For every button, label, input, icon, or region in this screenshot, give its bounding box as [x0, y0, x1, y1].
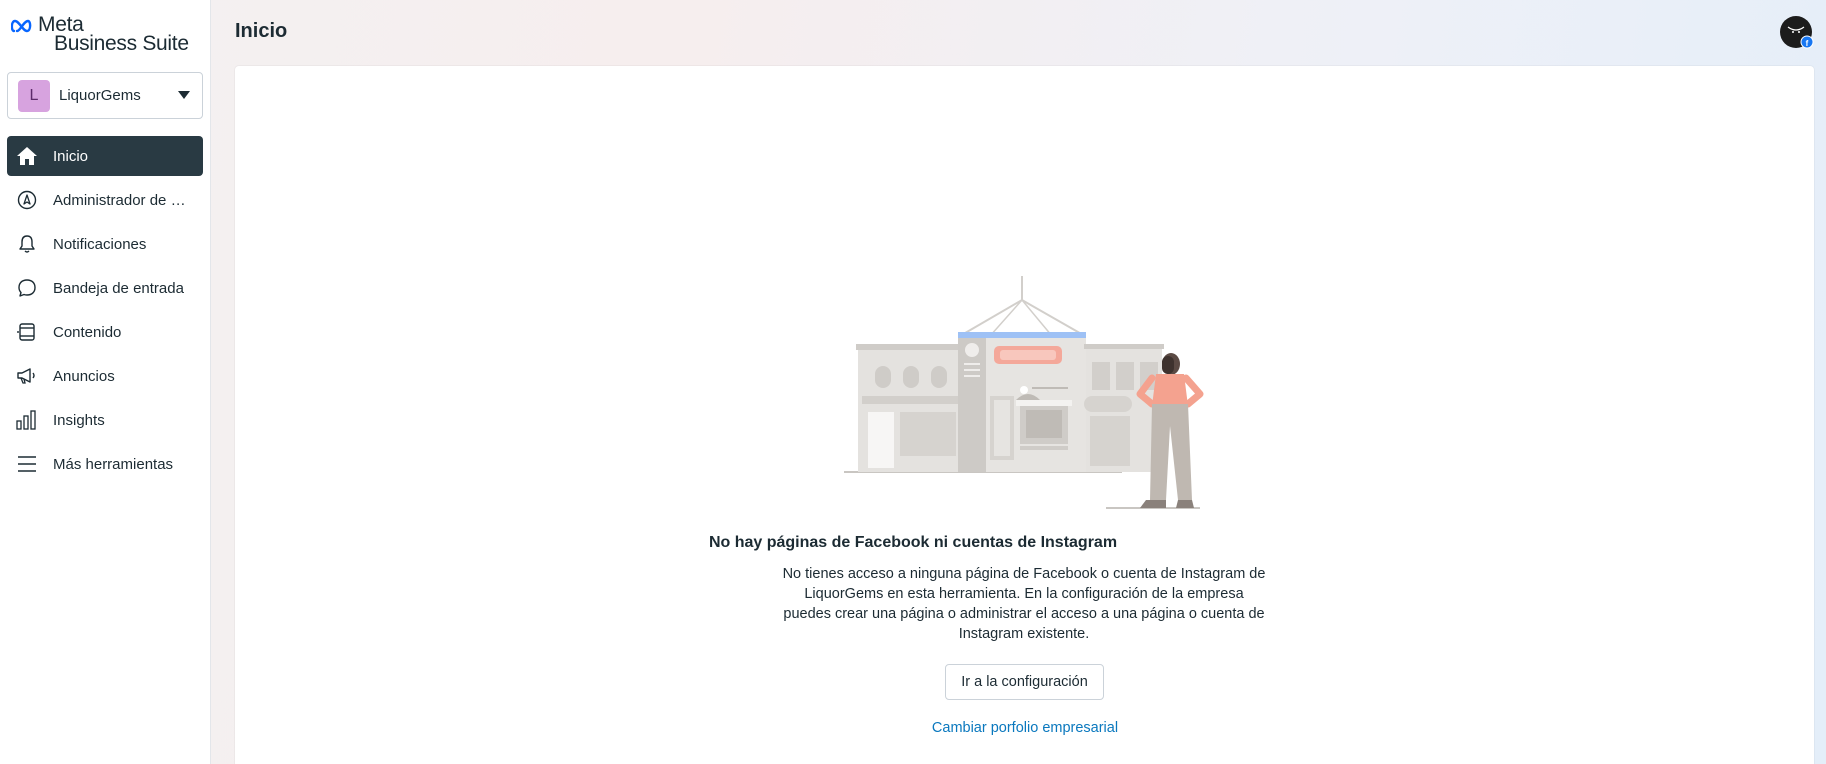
empty-state-title: No hay páginas de Facebook ni cuentas de…	[708, 534, 1118, 551]
sidebar-item-notificaciones[interactable]: Notificaciones	[7, 224, 203, 264]
svg-text:f: f	[1806, 39, 1809, 48]
brand-name: Meta Business Suite	[38, 14, 189, 55]
compass-icon	[16, 189, 38, 211]
sidebar-item-label: Bandeja de entrada	[53, 279, 184, 297]
brand-line2: Business Suite	[54, 32, 189, 55]
sidebar-item-label: Insights	[53, 411, 105, 429]
sidebar-item-administrador-de-anuncios[interactable]: Administrador de anuncios	[7, 180, 203, 220]
sidebar: Meta Business Suite L LiquorGems Inicio …	[0, 0, 211, 764]
home-icon	[16, 145, 38, 167]
caret-down-icon	[178, 91, 190, 99]
sidebar-item-label: Administrador de anuncios	[53, 191, 191, 209]
sidebar-item-label: Anuncios	[53, 367, 115, 385]
account-switcher[interactable]: L LiquorGems	[7, 72, 203, 119]
bell-icon	[16, 233, 38, 255]
sidebar-item-label: Inicio	[53, 147, 89, 165]
sidebar-item-anuncios[interactable]: Anuncios	[7, 356, 203, 396]
storefront-illustration	[840, 276, 1210, 516]
bar-chart-icon	[16, 409, 38, 431]
sidebar-item-label: Contenido	[53, 323, 122, 341]
meta-infinity-icon	[11, 19, 32, 33]
content-icon	[16, 321, 38, 343]
sidebar-item-insights[interactable]: Insights	[7, 400, 203, 440]
sidebar-item-contenido[interactable]: Contenido	[7, 312, 203, 352]
profile-avatar[interactable]: f	[1779, 15, 1814, 50]
sidebar-item-inicio[interactable]: Inicio	[7, 136, 203, 176]
go-to-settings-button[interactable]: Ir a la configuración	[945, 664, 1104, 700]
account-name: LiquorGems	[59, 87, 141, 104]
change-business-portfolio-link[interactable]: Cambiar porfolio empresarial	[0, 720, 1826, 736]
sidebar-item-label: Más herramientas	[53, 455, 174, 473]
page-title: Inicio	[235, 20, 288, 42]
sidebar-nav: Inicio Administrador de anuncios Notific…	[7, 136, 203, 488]
sidebar-item-mas-herramientas[interactable]: Más herramientas	[7, 444, 203, 484]
meta-business-suite-logo[interactable]: Meta Business Suite	[11, 14, 191, 56]
account-avatar: L	[18, 79, 50, 112]
empty-state-description: No tienes acceso a ninguna página de Fac…	[782, 566, 1266, 642]
sidebar-item-label: Notificaciones	[53, 235, 147, 253]
megaphone-icon	[16, 365, 38, 387]
sidebar-item-bandeja-de-entrada[interactable]: Bandeja de entrada	[7, 268, 203, 308]
chat-bubble-icon	[16, 277, 38, 299]
menu-icon	[16, 453, 38, 475]
